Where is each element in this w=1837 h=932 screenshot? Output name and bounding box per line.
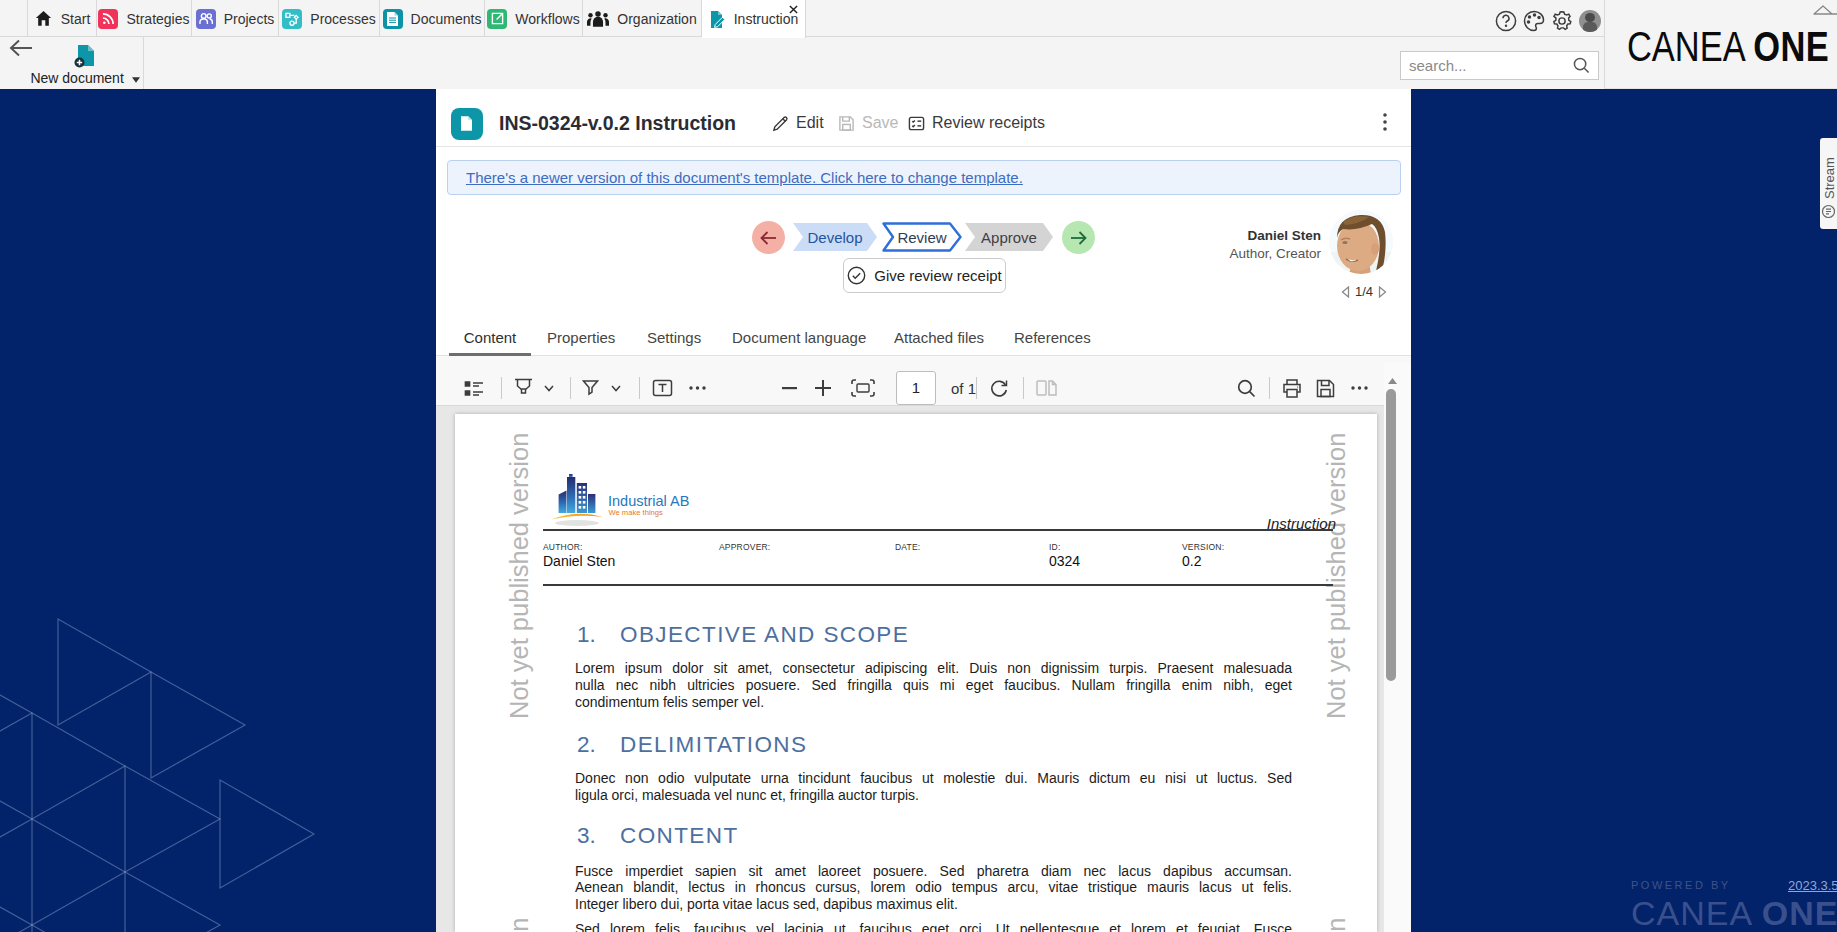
svg-text:Industrial AB: Industrial AB (608, 493, 689, 509)
